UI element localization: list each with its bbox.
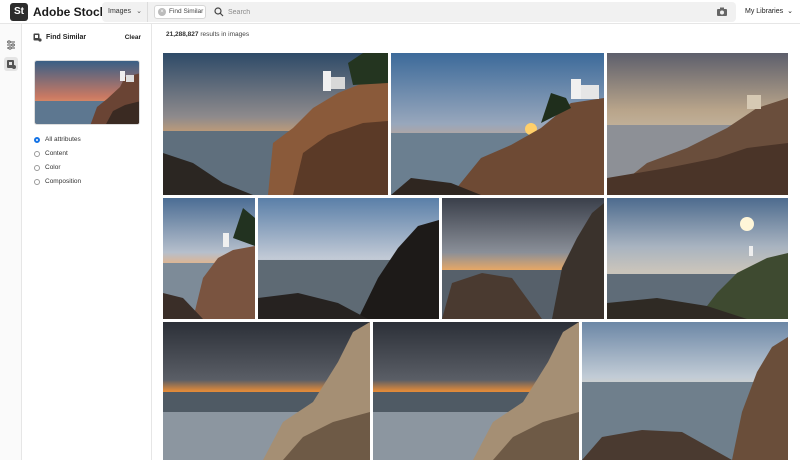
adobe-stock-logo[interactable]: St — [10, 3, 28, 21]
asset-type-dropdown[interactable]: Images ⌄ — [102, 2, 148, 22]
results-label: results in images — [200, 31, 250, 38]
result-image[interactable] — [607, 198, 788, 319]
top-bar: St Adobe Stock Images ⌄ × Find Similar M… — [0, 0, 800, 24]
radio-unselected[interactable] — [34, 165, 40, 171]
close-icon[interactable]: × — [158, 8, 166, 16]
result-image[interactable] — [582, 322, 788, 460]
result-image[interactable] — [163, 198, 255, 319]
result-image[interactable] — [163, 322, 370, 460]
find-similar-panel: Find Similar Clear All attributes Conten… — [22, 24, 152, 460]
option-label: Composition — [45, 178, 82, 185]
option-label: Content — [45, 150, 68, 157]
camera-icon[interactable] — [716, 6, 728, 18]
find-similar-chip-label: Find Similar — [169, 8, 204, 15]
chevron-down-icon: ⌄ — [787, 8, 793, 15]
left-rail — [0, 24, 22, 460]
option-label: All attributes — [45, 136, 81, 143]
search-bar: Images ⌄ × Find Similar — [102, 2, 736, 22]
my-libraries-label: My Libraries — [745, 8, 784, 15]
brand-name[interactable]: Adobe Stock — [33, 5, 106, 19]
find-similar-rail-button[interactable] — [4, 57, 18, 71]
my-libraries-button[interactable]: My Libraries ⌄ — [745, 7, 793, 15]
result-image[interactable] — [391, 53, 604, 195]
radio-unselected[interactable] — [34, 151, 40, 157]
find-similar-chip[interactable]: × Find Similar — [154, 5, 206, 19]
similarity-options: All attributes Content Color Composition — [34, 134, 81, 190]
result-image[interactable] — [163, 53, 388, 195]
radio-unselected[interactable] — [34, 179, 40, 185]
find-similar-icon — [7, 60, 16, 69]
filters-button[interactable] — [4, 38, 18, 52]
option-color[interactable]: Color — [34, 162, 81, 176]
result-image[interactable] — [442, 198, 604, 319]
result-image[interactable] — [373, 322, 579, 460]
filter-icon — [7, 40, 15, 50]
search-input[interactable] — [228, 5, 588, 19]
results-number: 21,288,827 — [166, 31, 199, 38]
result-image[interactable] — [258, 198, 439, 319]
panel-title: Find Similar — [46, 34, 87, 41]
result-image[interactable] — [607, 53, 788, 195]
asset-type-label: Images — [108, 8, 131, 15]
reference-image-thumbnail[interactable] — [34, 60, 140, 125]
clear-button[interactable]: Clear — [125, 34, 141, 41]
find-similar-icon — [33, 33, 42, 42]
radio-selected[interactable] — [34, 137, 40, 143]
results-count: 21,288,827 results in images — [166, 31, 249, 38]
option-content[interactable]: Content — [34, 148, 81, 162]
option-label: Color — [45, 164, 61, 171]
chevron-down-icon: ⌄ — [136, 8, 142, 15]
option-all-attributes[interactable]: All attributes — [34, 134, 81, 148]
option-composition[interactable]: Composition — [34, 176, 81, 190]
search-icon[interactable] — [214, 7, 224, 17]
